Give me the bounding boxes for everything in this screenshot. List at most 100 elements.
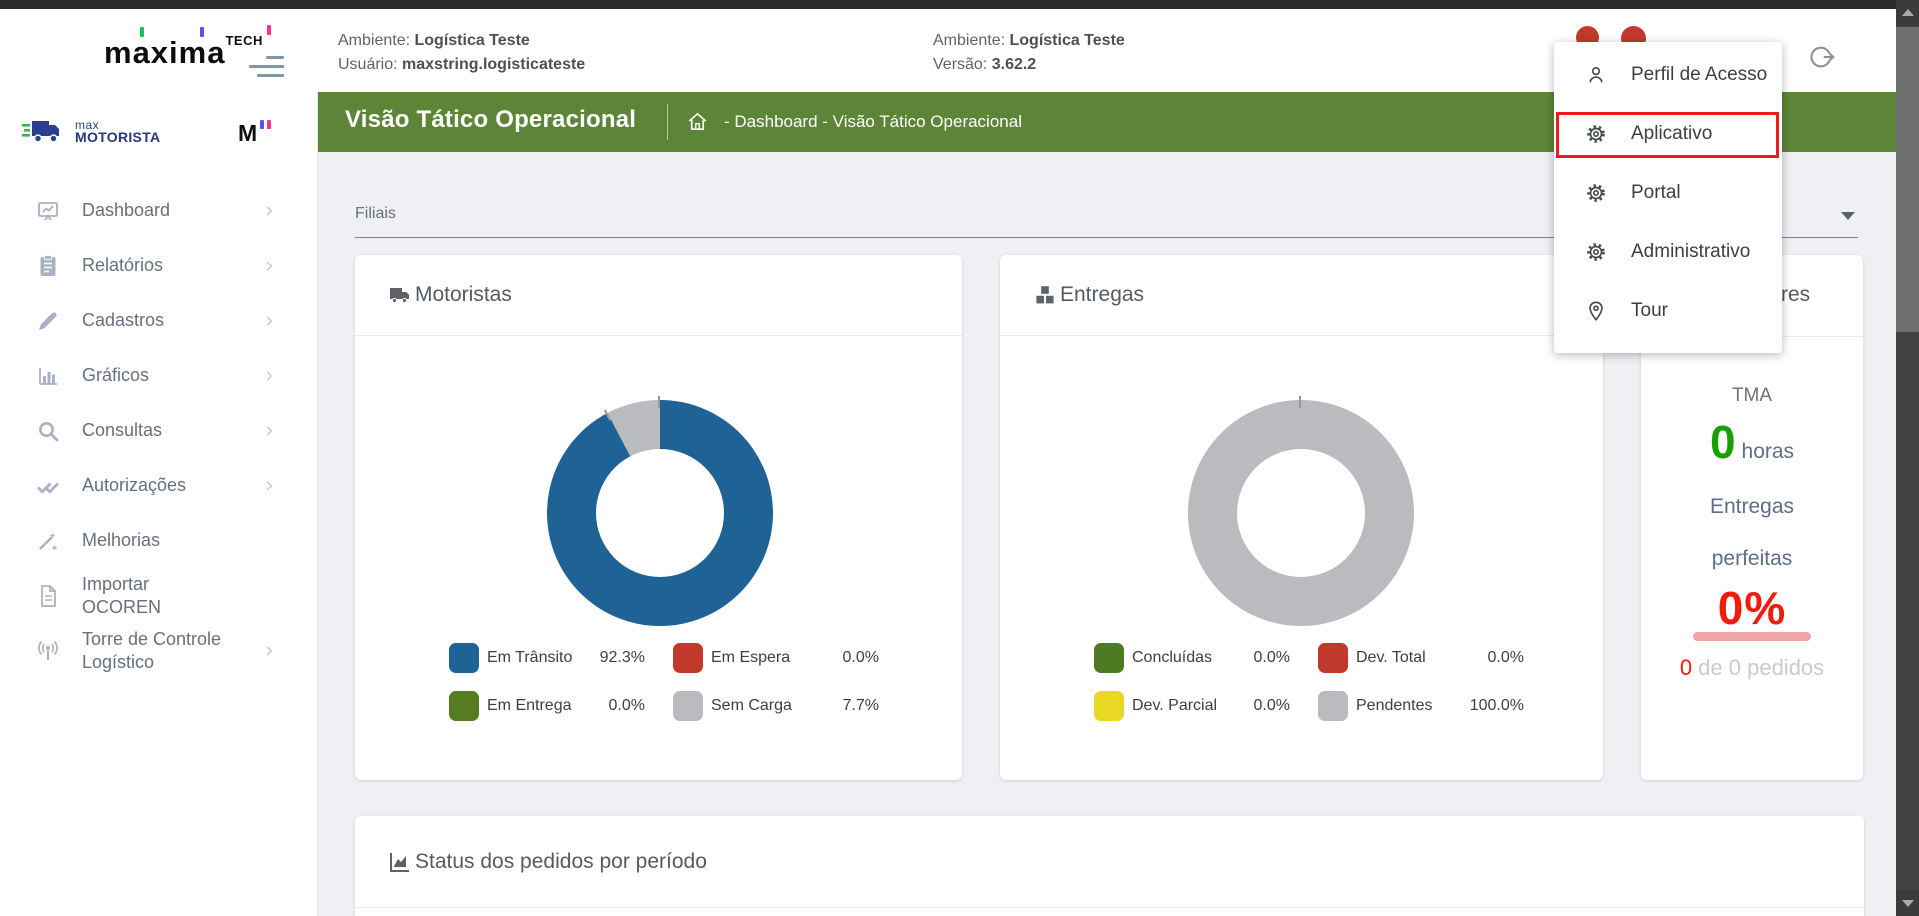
tma-value-row: 0 horas xyxy=(1641,415,1863,469)
dashboard-icon xyxy=(36,199,60,223)
maxmotorista-logo: max MOTORISTA xyxy=(22,116,160,146)
motoristas-donut-chart xyxy=(547,400,773,626)
legend-label: Dev. Parcial xyxy=(1132,697,1232,715)
chevron-right-icon xyxy=(262,644,276,658)
logo-blue-tick xyxy=(200,27,204,37)
chevron-right-icon xyxy=(262,479,276,493)
sidebar-item-label: Relatórios xyxy=(82,254,163,277)
sidebar-item-autoriza-es[interactable]: Autorizações xyxy=(0,458,317,513)
menu-item-label: Portal xyxy=(1631,182,1681,204)
menu-item-label: Perfil de Acesso xyxy=(1631,64,1767,86)
legend-label: Pendentes xyxy=(1356,697,1460,715)
sidebar-item-torre-de-controle-log-stico[interactable]: Torre de Controle Logístico xyxy=(0,623,317,678)
brand-name-text: MOTORISTA xyxy=(75,131,160,143)
environment-info: Ambiente: Logística Teste Usuário: maxst… xyxy=(338,29,585,77)
sidebar-item-importar-ocoren[interactable]: Importar OCOREN xyxy=(0,568,317,623)
bar-chart-icon xyxy=(36,364,60,388)
sidebar-item-label: Gráficos xyxy=(82,364,149,387)
entregas-perfeitas-line2: perfeitas xyxy=(1641,547,1863,571)
app-window: maximaTECH Ambiente: Logística Teste Usu… xyxy=(0,0,1919,916)
user-value: maxstring.logisticateste xyxy=(402,56,585,73)
entregas-perfeitas-line1: Entregas xyxy=(1641,495,1863,519)
legend-swatch xyxy=(673,643,703,673)
area-chart-icon xyxy=(388,850,412,874)
breadcrumb: - Dashboard - Visão Tático Operacional xyxy=(724,112,1022,132)
card-title: Status dos pedidos por período xyxy=(415,850,707,874)
env-label: Ambiente: xyxy=(933,32,1005,49)
pencil-icon xyxy=(36,309,60,333)
filiais-select-label[interactable]: Filiais xyxy=(355,205,396,223)
chevron-right-icon xyxy=(262,204,276,218)
boxes-icon xyxy=(1033,283,1057,307)
page-title: Visão Tático Operacional xyxy=(345,106,636,134)
legend-label: Sem Carga xyxy=(711,697,815,715)
percent-underline-bar xyxy=(1693,632,1811,641)
mini-logo-pink-tick xyxy=(267,120,271,129)
scrollbar[interactable] xyxy=(1896,0,1919,916)
legend-value: 92.3% xyxy=(600,649,645,667)
motoristas-legend: Em Trânsito92.3%Em Espera0.0%Em Entrega0… xyxy=(355,643,962,721)
card-title: Entregas xyxy=(1060,283,1144,307)
sidebar-item-cadastros[interactable]: Cadastros xyxy=(0,293,317,348)
scroll-up-button[interactable] xyxy=(1896,0,1919,26)
caret-down-icon[interactable] xyxy=(1841,212,1855,220)
scroll-down-button[interactable] xyxy=(1896,890,1919,916)
menu-item-tour[interactable]: Tour xyxy=(1554,281,1782,340)
window-top-strip xyxy=(0,0,1896,9)
gear-icon xyxy=(1585,241,1607,263)
chevron-right-icon xyxy=(262,259,276,273)
user-label: Usuário: xyxy=(338,56,398,73)
env-value: Logística Teste xyxy=(415,32,530,49)
sidebar-item-gr-ficos[interactable]: Gráficos xyxy=(0,348,317,403)
sidebar-item-label: Cadastros xyxy=(82,309,164,332)
sidebar-item-label: Autorizações xyxy=(82,474,186,497)
menu-item-portal[interactable]: Portal xyxy=(1554,163,1782,222)
logo-green-tick xyxy=(140,27,144,37)
menu-item-perfil-de-acesso[interactable]: Perfil de Acesso xyxy=(1554,45,1782,104)
logout-icon[interactable] xyxy=(1808,43,1836,71)
person-icon xyxy=(1585,64,1607,86)
tma-label: TMA xyxy=(1641,385,1863,407)
gear-icon xyxy=(1585,182,1607,204)
scrollbar-thumb[interactable] xyxy=(1896,27,1919,332)
tma-value: 0 xyxy=(1710,416,1736,468)
home-icon[interactable] xyxy=(686,110,709,133)
sidebar-item-label: Importar OCOREN xyxy=(82,573,232,619)
legend-swatch xyxy=(1318,643,1348,673)
legend-value: 0.0% xyxy=(843,649,879,667)
legend-swatch xyxy=(449,691,479,721)
hamburger-menu-icon[interactable] xyxy=(249,56,284,77)
legend-value: 7.7% xyxy=(843,697,879,715)
maximatech-logo: maximaTECH xyxy=(104,33,263,71)
tma-unit: horas xyxy=(1742,440,1795,463)
legend-value: 0.0% xyxy=(609,697,645,715)
entregas-card: Entregas Concluídas0.0%Dev. Total0.0%Dev… xyxy=(1000,255,1603,780)
legend-value: 0.0% xyxy=(1254,697,1290,715)
magic-wand-icon xyxy=(36,529,60,553)
truck-icon xyxy=(388,283,412,307)
legend-label: Em Espera xyxy=(711,649,815,667)
env-label: Ambiente: xyxy=(338,32,410,49)
legend-label: Em Entrega xyxy=(487,697,587,715)
motoristas-card-header: Motoristas xyxy=(355,255,962,336)
sidebar-item-consultas[interactable]: Consultas xyxy=(0,403,317,458)
menu-item-administrativo[interactable]: Administrativo xyxy=(1554,222,1782,281)
entregas-card-header: Entregas xyxy=(1000,255,1603,336)
sidebar-item-melhorias[interactable]: Melhorias xyxy=(0,513,317,568)
legend-label: Concluídas xyxy=(1132,649,1232,667)
menu-item-aplicativo[interactable]: Aplicativo xyxy=(1554,104,1782,163)
legend-value: 0.0% xyxy=(1254,649,1290,667)
sidebar: max MOTORISTA M DashboardRelatóriosCadas… xyxy=(0,92,318,916)
sidebar-item-dashboard[interactable]: Dashboard xyxy=(0,183,317,238)
orders-total-text: de 0 pedidos xyxy=(1692,655,1824,680)
sidebar-item-label: Dashboard xyxy=(82,199,170,222)
sidebar-item-label: Torre de Controle Logístico xyxy=(82,628,232,674)
card-title-fragment: res xyxy=(1781,283,1810,307)
sidebar-item-relat-rios[interactable]: Relatórios xyxy=(0,238,317,293)
sidebar-item-label: Consultas xyxy=(82,419,162,442)
chevron-right-icon xyxy=(262,369,276,383)
truck-logo-icon xyxy=(22,116,68,146)
legend-swatch xyxy=(1094,643,1124,673)
orders-count: 0 xyxy=(1680,655,1692,680)
legend-swatch xyxy=(1094,691,1124,721)
